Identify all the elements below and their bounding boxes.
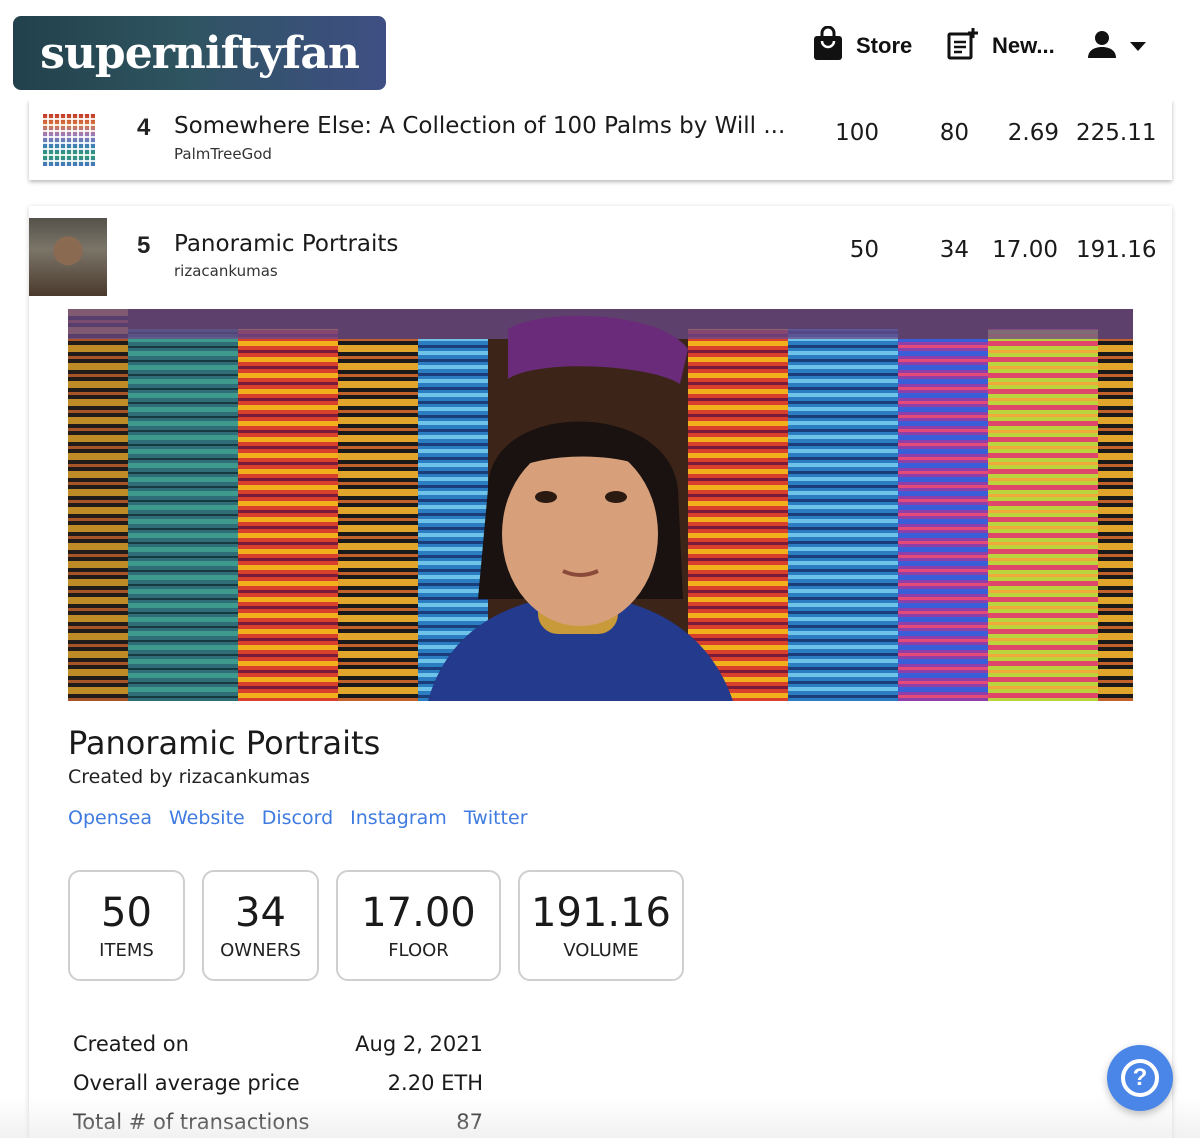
person-icon	[1086, 28, 1118, 64]
row-items: 100	[835, 120, 879, 146]
stat-label: VOLUME	[563, 940, 639, 961]
row-creator: PalmTreeGod	[174, 145, 272, 163]
stat-value: 17.00	[361, 890, 476, 936]
row-floor: 2.69	[1007, 120, 1059, 146]
row-volume: 225.11	[1076, 120, 1157, 146]
new-label: New...	[992, 33, 1055, 58]
stat-label: ITEMS	[99, 940, 154, 961]
collection-info-table: Created on Aug 2, 2021 Overall average p…	[73, 1024, 483, 1138]
row-owners: 34	[939, 237, 969, 263]
stat-volume: 191.16 VOLUME	[518, 870, 684, 981]
stat-label: OWNERS	[220, 940, 301, 961]
stat-owners: 34 OWNERS	[202, 870, 319, 981]
row-title[interactable]: Panoramic Portraits	[174, 231, 398, 257]
account-menu-button[interactable]	[1086, 26, 1148, 66]
instagram-link[interactable]: Instagram	[350, 807, 447, 829]
info-label: Created on	[73, 1031, 189, 1056]
collection-thumbnail	[43, 114, 95, 166]
info-value: 2.20 ETH	[387, 1070, 483, 1095]
collection-row-4[interactable]: 4 Somewhere Else: A Collection of 100 Pa…	[29, 100, 1172, 180]
stat-value: 50	[101, 890, 152, 936]
help-button[interactable]: ?	[1107, 1045, 1173, 1111]
info-label: Overall average price	[73, 1070, 300, 1095]
stat-value: 191.16	[531, 890, 671, 936]
stat-floor: 17.00 FLOOR	[336, 870, 501, 981]
shopping-bag-icon	[812, 25, 844, 66]
new-nav-button[interactable]: New...	[946, 26, 1055, 66]
logo-text: superniftyfan	[40, 27, 360, 79]
row-rank: 4	[137, 114, 151, 141]
stat-label: FLOOR	[388, 940, 449, 961]
row-rank: 5	[137, 232, 151, 259]
info-row: Created on Aug 2, 2021	[73, 1024, 483, 1063]
row-items: 50	[849, 237, 879, 263]
store-nav-button[interactable]: Store	[812, 25, 913, 66]
collection-thumbnail[interactable]	[29, 218, 107, 296]
add-article-icon	[946, 27, 980, 65]
row-creator: rizacankumas	[174, 262, 278, 280]
row-volume: 191.16	[1076, 237, 1157, 263]
twitter-link[interactable]: Twitter	[464, 807, 528, 829]
store-label: Store	[856, 33, 913, 58]
caret-down-icon	[1128, 37, 1148, 56]
stat-items: 50 ITEMS	[68, 870, 185, 981]
info-value: Aug 2, 2021	[355, 1031, 483, 1056]
top-header: superniftyfan Store New...	[0, 0, 1200, 100]
collection-banner-image	[68, 309, 1133, 701]
collection-stats: 50 ITEMS 34 OWNERS 17.00 FLOOR 191.16 VO…	[68, 870, 684, 981]
info-value: 87	[456, 1109, 483, 1134]
collection-links: Opensea Website Discord Instagram Twitte…	[68, 807, 528, 829]
stat-value: 34	[235, 890, 286, 936]
info-row: Overall average price 2.20 ETH	[73, 1063, 483, 1102]
website-link[interactable]: Website	[169, 807, 245, 829]
row-title: Somewhere Else: A Collection of 100 Palm…	[174, 113, 786, 139]
row-owners: 80	[939, 120, 969, 146]
info-row: Total # of transactions 87	[73, 1102, 483, 1138]
collection-title: Panoramic Portraits	[68, 724, 381, 762]
info-label: Total # of transactions	[73, 1109, 310, 1134]
question-mark-icon: ?	[1121, 1059, 1159, 1097]
collection-creator: Created by rizacankumas	[68, 766, 310, 788]
row-floor: 17.00	[992, 237, 1058, 263]
collection-row-5: 5 Panoramic Portraits rizacankumas 50 34…	[29, 206, 1172, 1138]
opensea-link[interactable]: Opensea	[68, 807, 152, 829]
discord-link[interactable]: Discord	[262, 807, 333, 829]
site-logo[interactable]: superniftyfan	[13, 16, 386, 90]
